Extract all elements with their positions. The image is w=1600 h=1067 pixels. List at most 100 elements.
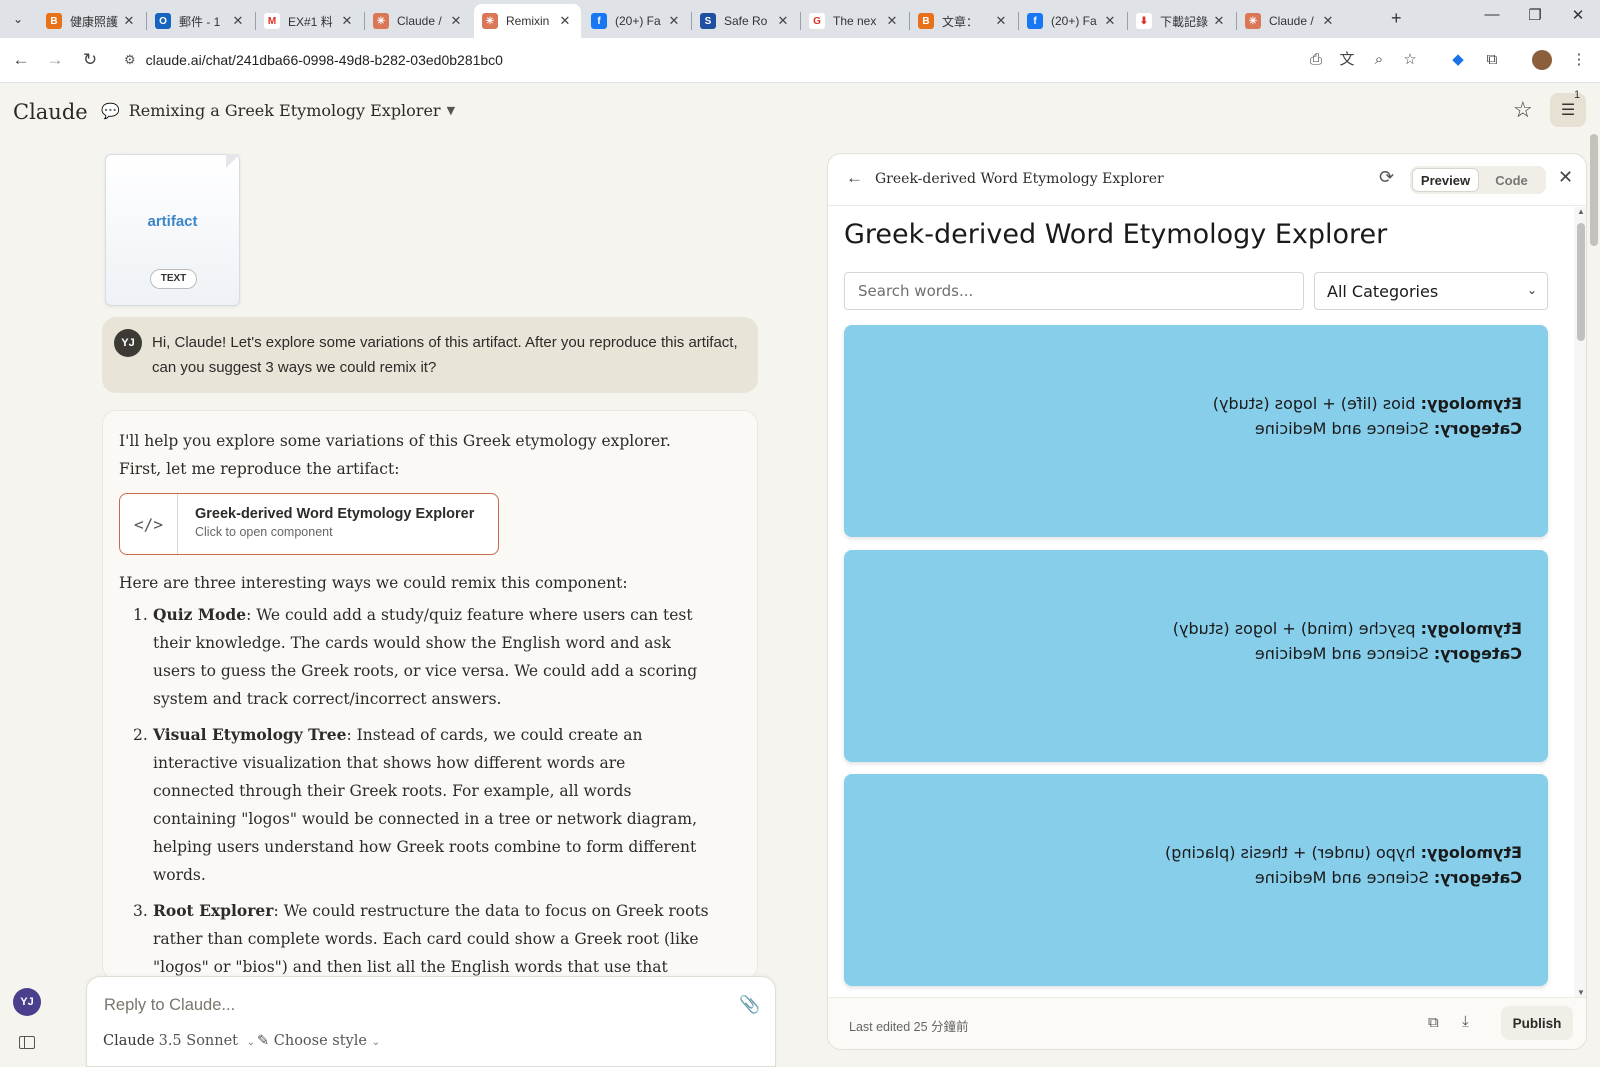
install-app-icon[interactable]: ⎙	[1305, 49, 1327, 71]
bookmark-star-icon[interactable]: ☆	[1399, 49, 1421, 71]
artifact-panel-header: ← Greek-derived Word Etymology Explorer …	[828, 154, 1586, 206]
tab-preview[interactable]: Preview	[1412, 168, 1479, 192]
reload-icon[interactable]: ↻	[78, 48, 102, 72]
publish-button[interactable]: Publish	[1501, 1006, 1573, 1040]
browser-tab-bar: ⌄ B 健康照護 ✕ O 郵件 - 1 ✕ M EX#1 料 ✕ ✳ Claude / ✕ ✳ Remix…	[0, 0, 1600, 38]
close-window-icon[interactable]: ✕	[1558, 6, 1598, 24]
tab-separator	[800, 12, 801, 30]
tab-close-icon[interactable]: ✕	[339, 13, 355, 29]
tab-title: 郵件 - 1	[179, 14, 221, 29]
etymology-card[interactable]: Etymology: psyche (mind) + logos (study)…	[844, 550, 1548, 762]
attachment-thumbnail[interactable]: artifact TEXT	[105, 154, 240, 306]
chat-controls-button[interactable]: ☰	[1550, 93, 1586, 127]
page-scrollbar[interactable]	[1588, 130, 1600, 1067]
tab-title: Safe Ro	[724, 14, 768, 28]
category-label: Category:	[1433, 868, 1522, 887]
extensions-puzzle-icon[interactable]: ⧉	[1481, 49, 1503, 71]
tab-favicon-icon: ✳	[482, 13, 498, 29]
tab-code[interactable]: Code	[1479, 168, 1544, 192]
search-input[interactable]	[844, 272, 1304, 310]
tab-favicon-icon: O	[155, 13, 171, 29]
tab-close-icon[interactable]: ✕	[230, 13, 246, 29]
tab-favicon-icon: S	[700, 13, 716, 29]
tab-favicon-icon: M	[264, 13, 280, 29]
close-icon[interactable]: ✕	[1558, 167, 1573, 188]
site-info-icon[interactable]: ⚙	[124, 52, 136, 68]
back-arrow-icon[interactable]: ←	[846, 168, 863, 188]
card-face: Etymology: bios (life) + logos (study) Ca…	[844, 325, 1548, 537]
chat-bubble-icon: 💬	[101, 101, 120, 120]
scrollbar-thumb[interactable]	[1577, 223, 1585, 341]
etymology-value: bios (life) + logos (study)	[1212, 394, 1421, 413]
etymology-label: Etymology:	[1420, 619, 1522, 638]
tab-search-chevron-icon[interactable]: ⌄	[6, 8, 30, 30]
browser-tab[interactable]: ✳ Claude / ✕	[1237, 4, 1344, 38]
scroll-down-icon[interactable]: ▼	[1577, 988, 1585, 997]
translate-icon[interactable]: 文	[1336, 49, 1358, 71]
style-selector[interactable]: ✎ Choose style ⌄	[257, 1033, 380, 1049]
browser-tab[interactable]: S Safe Ro ✕	[692, 4, 799, 38]
tab-close-icon[interactable]: ✕	[666, 13, 682, 29]
list-item: 1. Quiz Mode: We could add a study/quiz f…	[133, 605, 698, 708]
copy-icon[interactable]: ⧉	[1428, 1014, 1439, 1031]
profile-avatar[interactable]	[1532, 50, 1552, 70]
tab-close-icon[interactable]: ✕	[775, 13, 791, 29]
category-select[interactable]: All Categories ⌄	[1314, 272, 1548, 310]
url-text: claude.ai/chat/241dba66-0998-49d8-b282-0…	[145, 52, 503, 68]
sidebar-toggle-icon[interactable]	[19, 1036, 35, 1049]
tab-close-icon[interactable]: ✕	[121, 13, 137, 29]
tab-title: EX#1 料	[288, 14, 333, 29]
forward-icon[interactable]: →	[43, 48, 67, 72]
notification-badge: 1	[1574, 89, 1581, 101]
open-artifact-button[interactable]: </> Greek-derived Word Etymology Explore…	[119, 493, 499, 555]
browser-tab[interactable]: O 郵件 - 1 ✕	[147, 4, 254, 38]
user-avatar: YJ	[114, 329, 142, 357]
account-avatar[interactable]: YJ	[13, 988, 41, 1016]
browser-tab[interactable]: B 文章： ✕	[910, 4, 1017, 38]
scroll-up-icon[interactable]: ▲	[1577, 207, 1585, 216]
browser-tab[interactable]: B 健康照護 ✕	[38, 4, 145, 38]
claude-logo[interactable]: Claude	[13, 100, 88, 124]
back-icon[interactable]: ←	[9, 48, 33, 72]
minimize-icon[interactable]: —	[1472, 6, 1512, 23]
tab-close-icon[interactable]: ✕	[884, 13, 900, 29]
assistant-lead: Here are three interesting ways we could…	[119, 574, 628, 592]
browser-tab[interactable]: ✳ Remixin ✕	[474, 4, 581, 38]
zoom-icon[interactable]: ⌕	[1368, 49, 1390, 71]
browser-menu-icon[interactable]: ⋮	[1568, 49, 1590, 71]
reply-input[interactable]: Reply to Claude...	[104, 996, 235, 1015]
browser-tab[interactable]: M EX#1 料 ✕	[256, 4, 363, 38]
tab-separator	[255, 12, 256, 30]
etymology-value: hypo (under) + thesis (placing)	[1165, 843, 1421, 862]
model-selector[interactable]: Claude 3.5 Sonnet ⌄	[103, 1033, 255, 1049]
new-tab-button[interactable]: +	[1391, 8, 1402, 29]
extension-shield-icon[interactable]: ◆	[1447, 49, 1469, 71]
browser-tab[interactable]: f (20+) Fa ✕	[1019, 4, 1126, 38]
preview-scrollbar[interactable]: ▲ ▼	[1574, 207, 1586, 997]
refresh-icon[interactable]: ⟳	[1379, 167, 1394, 188]
browser-tab[interactable]: G The nex ✕	[801, 4, 908, 38]
tab-favicon-icon: G	[809, 13, 825, 29]
etymology-label: Etymology:	[1420, 843, 1522, 862]
download-icon[interactable]: ⤓	[1462, 1013, 1469, 1030]
paperclip-icon[interactable]: 📎	[739, 995, 760, 1015]
conversation-title-button[interactable]: 💬 Remixing a Greek Etymology Explorer ▼	[101, 101, 455, 120]
tab-close-icon[interactable]: ✕	[993, 13, 1009, 29]
browser-tab[interactable]: ⬇ 下載記錄 ✕	[1128, 4, 1235, 38]
tab-close-icon[interactable]: ✕	[557, 13, 573, 29]
tab-close-icon[interactable]: ✕	[1211, 13, 1227, 29]
artifact-panel: ← Greek-derived Word Etymology Explorer …	[827, 153, 1587, 1050]
tab-close-icon[interactable]: ✕	[1320, 13, 1336, 29]
etymology-card[interactable]: Etymology: bios (life) + logos (study) Ca…	[844, 325, 1548, 537]
address-bar: ← → ↻ ⚙ claude.ai/chat/241dba66-0998-49d…	[0, 38, 1600, 83]
browser-tab[interactable]: ✳ Claude / ✕	[365, 4, 472, 38]
browser-tab[interactable]: f (20+) Fa ✕	[583, 4, 690, 38]
category-label: Category:	[1433, 419, 1522, 438]
tab-close-icon[interactable]: ✕	[448, 13, 464, 29]
tab-title: 文章：	[942, 14, 979, 29]
tab-close-icon[interactable]: ✕	[1102, 13, 1118, 29]
etymology-card[interactable]: Etymology: hypo (under) + thesis (placin…	[844, 774, 1548, 986]
restore-icon[interactable]: ❐	[1515, 6, 1555, 24]
page-scrollbar-thumb[interactable]	[1590, 134, 1598, 246]
star-icon[interactable]: ☆	[1513, 97, 1533, 123]
